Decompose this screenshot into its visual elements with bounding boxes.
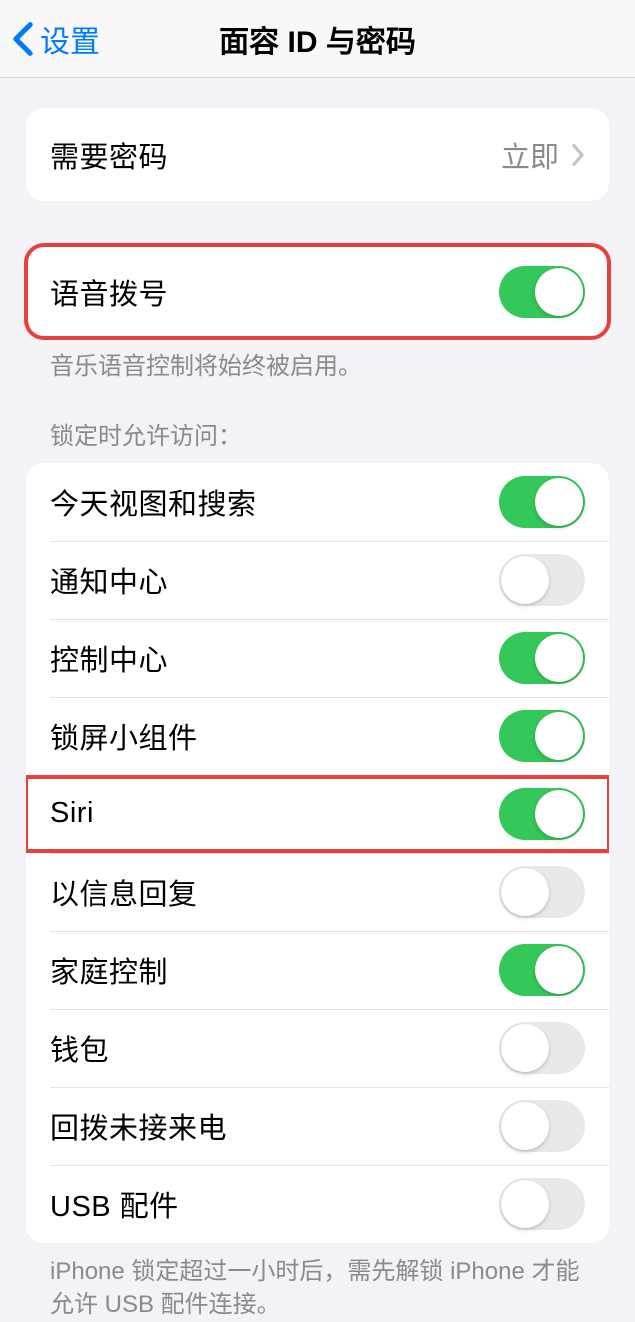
lock-access-item-toggle[interactable] — [499, 1178, 585, 1230]
lock-access-row: 通知中心 — [26, 541, 609, 619]
lock-access-item-label: 以信息回复 — [50, 871, 198, 913]
require-passcode-row[interactable]: 需要密码 立即 — [26, 108, 609, 201]
lock-access-item-label: 控制中心 — [50, 637, 168, 679]
lock-access-item-toggle[interactable] — [499, 554, 585, 606]
lock-access-row: USB 配件 — [26, 1165, 609, 1243]
lock-access-item-toggle[interactable] — [499, 1100, 585, 1152]
lock-access-item-toggle[interactable] — [499, 944, 585, 996]
lock-access-item-label: 回拨未接来电 — [50, 1105, 227, 1147]
lock-access-item-label: Siri — [50, 797, 94, 830]
toggle-knob — [535, 790, 583, 838]
lock-access-item-label: 今天视图和搜索 — [50, 481, 257, 523]
lock-access-item-toggle[interactable] — [499, 632, 585, 684]
lock-access-item-toggle[interactable] — [499, 866, 585, 918]
toggle-knob — [501, 1180, 549, 1228]
lock-access-item-toggle[interactable] — [499, 710, 585, 762]
toggle-knob — [501, 556, 549, 604]
toggle-knob — [501, 1102, 549, 1150]
lock-access-row: 家庭控制 — [26, 931, 609, 1009]
lock-access-row: 控制中心 — [26, 619, 609, 697]
lock-access-footer: iPhone 锁定超过一小时后，需先解锁 iPhone 才能允许 USB 配件连… — [26, 1243, 609, 1322]
row-right: 立即 — [501, 134, 585, 176]
lock-access-row: 回拨未接来电 — [26, 1087, 609, 1165]
lock-access-row: 以信息回复 — [26, 853, 609, 931]
lock-access-item-toggle[interactable] — [499, 1022, 585, 1074]
voice-dial-label: 语音拨号 — [50, 271, 168, 313]
voice-dial-row: 语音拨号 — [26, 245, 609, 338]
back-button[interactable]: 设置 — [0, 17, 100, 61]
toggle-knob — [535, 634, 583, 682]
lock-access-item-toggle[interactable] — [499, 476, 585, 528]
toggle-knob — [535, 478, 583, 526]
lock-access-item-label: USB 配件 — [50, 1183, 179, 1225]
lock-access-row: Siri — [26, 775, 609, 853]
toggle-knob — [535, 268, 583, 316]
lock-access-item-toggle[interactable] — [499, 788, 585, 840]
navigation-bar: 设置 面容 ID 与密码 — [0, 0, 635, 78]
require-passcode-value: 立即 — [501, 134, 559, 176]
lock-access-item-label: 钱包 — [50, 1027, 109, 1069]
toggle-knob — [535, 946, 583, 994]
voice-dial-footer: 音乐语音控制将始终被启用。 — [26, 338, 609, 384]
chevron-right-icon — [571, 143, 585, 167]
lock-access-item-label: 锁屏小组件 — [50, 715, 198, 757]
lock-access-header: 锁定时允许访问： — [26, 416, 609, 463]
chevron-left-icon — [12, 21, 34, 57]
back-label: 设置 — [40, 17, 100, 61]
lock-access-row: 今天视图和搜索 — [26, 463, 609, 541]
lock-access-group: 今天视图和搜索通知中心控制中心锁屏小组件 Siri 以信息回复家庭控制钱包回拨未接来… — [26, 463, 609, 1243]
voice-dial-group: 语音拨号 — [26, 245, 609, 338]
voice-dial-toggle[interactable] — [499, 266, 585, 318]
toggle-knob — [535, 712, 583, 760]
lock-access-row: 钱包 — [26, 1009, 609, 1087]
lock-access-row: 锁屏小组件 — [26, 697, 609, 775]
lock-access-item-label: 通知中心 — [50, 559, 168, 601]
toggle-knob — [501, 868, 549, 916]
require-passcode-group: 需要密码 立即 — [26, 108, 609, 201]
lock-access-item-label: 家庭控制 — [50, 949, 168, 991]
toggle-knob — [501, 1024, 549, 1072]
require-passcode-label: 需要密码 — [50, 134, 168, 176]
